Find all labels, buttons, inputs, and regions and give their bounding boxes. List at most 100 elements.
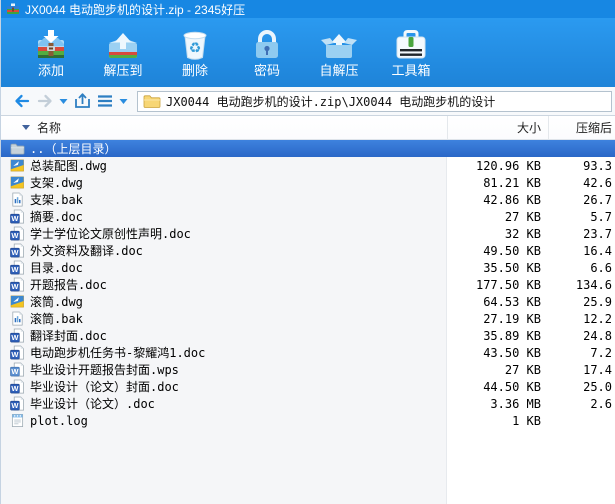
file-name-cell: W 毕业设计（论文）封面.doc <box>1 378 447 395</box>
window-title: JX0044 电动跑步机的设计.zip - 2345好压 <box>25 2 246 17</box>
toolbar-button-password[interactable]: 密码 <box>231 22 303 84</box>
file-name-cell: W 翻译封面.doc <box>1 327 447 344</box>
dwg-file-icon <box>10 294 25 309</box>
toolbar-button-delete[interactable]: ♻ 删除 <box>159 22 231 84</box>
delete-icon: ♻ <box>175 27 215 63</box>
svg-text:W: W <box>11 367 19 376</box>
file-compressed: 7.2 <box>590 345 612 360</box>
file-name-cell: W 毕业设计开题报告封面.wps <box>1 361 447 378</box>
file-row[interactable]: 总装配图.dwg 120.96 KB 93.3 <box>1 157 615 174</box>
file-name-cell: plot.log <box>1 413 447 428</box>
file-size: 43.50 KB <box>483 345 541 360</box>
file-row[interactable]: 滚筒.bak 27.19 KB 12.2 <box>1 310 615 327</box>
file-row[interactable]: plot.log 1 KB <box>1 412 615 429</box>
toolbar-button-extract-to[interactable]: 解压到 <box>87 22 159 84</box>
file-row[interactable]: 支架.dwg 81.21 KB 42.6 <box>1 174 615 191</box>
file-compressed: 26.7 <box>583 192 612 207</box>
file-name-cell: W 摘要.doc <box>1 208 447 225</box>
svg-text:W: W <box>11 401 19 410</box>
toolbar-button-toolbox[interactable]: 工具箱 <box>375 22 447 84</box>
toolbar-button-self-extract[interactable]: 自解压 <box>303 22 375 84</box>
file-row[interactable]: 支架.bak 42.86 KB 26.7 <box>1 191 615 208</box>
toolbar-button-label: 删除 <box>181 63 208 78</box>
file-row[interactable]: W 学士学位论文原创性声明.doc 32 KB 23.7 <box>1 225 615 242</box>
file-name-cell: W 目录.doc <box>1 259 447 276</box>
path-text: JX0044 电动跑步机的设计.zip\JX0044 电动跑步机的设计 <box>166 94 496 109</box>
file-row[interactable]: W 毕业设计（论文）.doc 3.36 MB 2.6 <box>1 395 615 412</box>
file-row[interactable]: W 摘要.doc 27 KB 5.7 <box>1 208 615 225</box>
file-name: 毕业设计（论文）封面.doc <box>30 380 179 394</box>
doc-file-icon: W <box>10 328 25 343</box>
toolbar-button-add[interactable]: 添加 <box>15 22 87 84</box>
self-extract-icon <box>319 27 359 63</box>
file-size: 49.50 KB <box>483 243 541 258</box>
file-size: 120.96 KB <box>475 158 541 173</box>
file-row[interactable]: W 翻译封面.doc 35.89 KB 24.8 <box>1 327 615 344</box>
address-bar: JX0044 电动跑步机的设计.zip\JX0044 电动跑步机的设计 <box>1 87 615 116</box>
file-name-cell: 支架.dwg <box>1 174 447 191</box>
file-row[interactable]: W 开题报告.doc 177.50 KB 134.6 <box>1 276 615 293</box>
file-compressed: 6.6 <box>590 260 612 275</box>
file-name-cell: W 外文资料及翻译.doc <box>1 242 447 259</box>
column-header-compressed-label: 压缩后 <box>575 121 612 135</box>
file-name: 电动跑步机任务书-黎耀鸿1.doc <box>30 346 206 360</box>
file-name: 滚筒.bak <box>30 312 83 326</box>
column-header-size-label: 大小 <box>516 121 541 135</box>
file-name-cell: 滚筒.dwg <box>1 293 447 310</box>
file-row[interactable]: 滚筒.dwg 64.53 KB 25.9 <box>1 293 615 310</box>
back-button[interactable] <box>11 90 33 112</box>
view-list-icon[interactable] <box>94 90 116 112</box>
svg-text:♻: ♻ <box>189 41 202 57</box>
column-header-compressed[interactable]: 压缩后 <box>548 116 615 139</box>
file-size: 42.86 KB <box>483 192 541 207</box>
password-lock-icon <box>247 27 287 63</box>
file-compressed: 2.6 <box>590 396 612 411</box>
file-size: 177.50 KB <box>475 277 541 292</box>
file-name-cell: W 学士学位论文原创性声明.doc <box>1 225 447 242</box>
doc-file-icon: W <box>10 260 25 275</box>
forward-button[interactable] <box>34 90 56 112</box>
file-size: 35.50 KB <box>483 260 541 275</box>
dwg-file-icon <box>10 175 25 190</box>
svg-text:W: W <box>11 350 19 359</box>
column-header-name[interactable]: 名称 <box>1 116 447 139</box>
file-name: 开题报告.doc <box>30 278 107 292</box>
file-row[interactable]: ..（上层目录） <box>1 140 615 157</box>
titlebar[interactable]: JX0044 电动跑步机的设计.zip - 2345好压 <box>1 0 615 18</box>
folder-up-icon <box>10 141 25 156</box>
file-name: 摘要.doc <box>30 210 83 224</box>
history-dropdown-icon[interactable] <box>57 90 70 112</box>
file-size: 32 KB <box>504 226 541 241</box>
toolbox-icon <box>391 27 431 63</box>
column-header-size[interactable]: 大小 <box>447 116 548 139</box>
file-size: 3.36 MB <box>490 396 541 411</box>
column-header-name-label: 名称 <box>37 121 62 135</box>
svg-text:W: W <box>11 248 19 257</box>
toolbar: 添加 解压到 ♻ 删除 密码 自解压 工具箱 <box>1 18 615 87</box>
log-file-icon <box>10 413 25 428</box>
file-compressed: 25.0 <box>583 379 612 394</box>
file-size: 27.19 KB <box>483 311 541 326</box>
doc-file-icon: W <box>10 345 25 360</box>
doc-file-icon: W <box>10 226 25 241</box>
file-size: 44.50 KB <box>483 379 541 394</box>
file-row[interactable]: W 毕业设计开题报告封面.wps 27 KB 17.4 <box>1 361 615 378</box>
file-row[interactable]: W 外文资料及翻译.doc 49.50 KB 16.4 <box>1 242 615 259</box>
sort-descending-icon <box>22 125 30 130</box>
svg-text:W: W <box>11 333 19 342</box>
file-row[interactable]: W 电动跑步机任务书-黎耀鸿1.doc 43.50 KB 7.2 <box>1 344 615 361</box>
up-level-icon[interactable] <box>71 90 93 112</box>
file-name: 支架.dwg <box>30 176 83 190</box>
file-row[interactable]: W 目录.doc 35.50 KB 6.6 <box>1 259 615 276</box>
file-name: 毕业设计开题报告封面.wps <box>30 363 179 377</box>
path-input[interactable]: JX0044 电动跑步机的设计.zip\JX0044 电动跑步机的设计 <box>137 90 612 112</box>
toolbar-button-label: 添加 <box>37 63 64 78</box>
view-dropdown-icon[interactable] <box>117 90 130 112</box>
file-compressed: 93.3 <box>583 158 612 173</box>
file-list: ..（上层目录） 总装配图.dwg 120.96 KB 93.3 支架.dwg 81.21… <box>1 140 615 504</box>
doc-file-icon: W <box>10 209 25 224</box>
file-row[interactable]: W 毕业设计（论文）封面.doc 44.50 KB 25.0 <box>1 378 615 395</box>
file-size: 35.89 KB <box>483 328 541 343</box>
wps-file-icon: W <box>10 362 25 377</box>
file-name-cell: W 毕业设计（论文）.doc <box>1 395 447 412</box>
